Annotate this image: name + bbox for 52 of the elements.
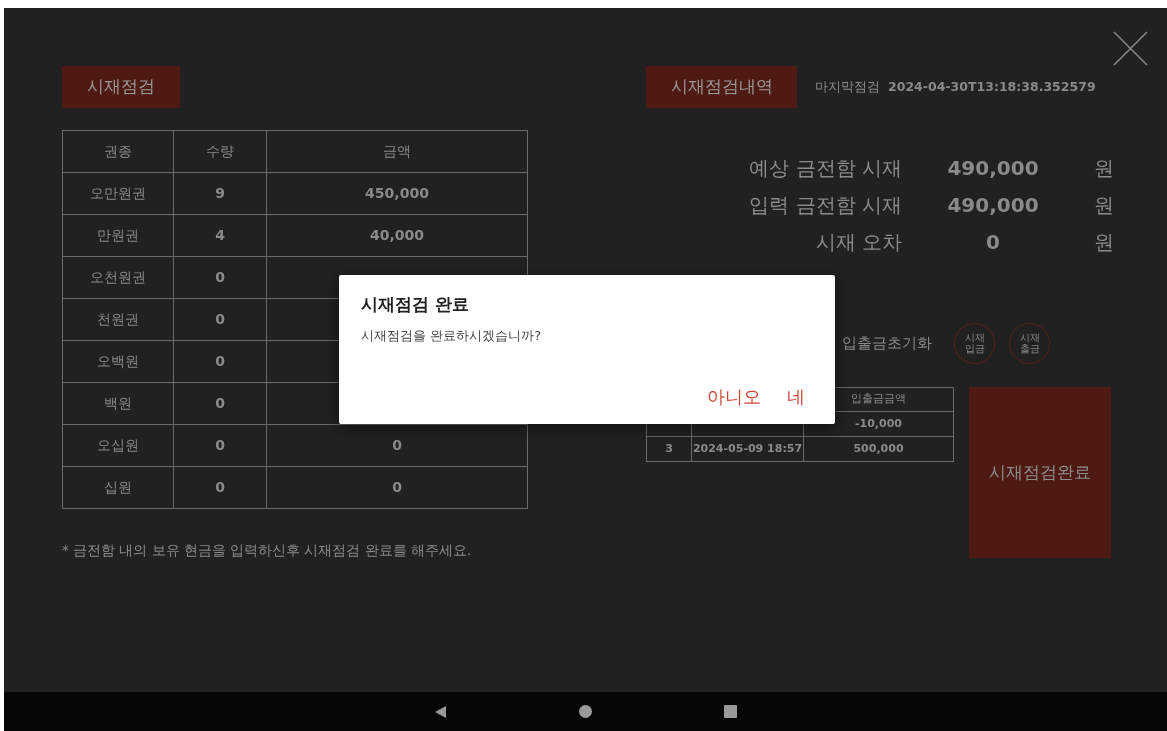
table-cell: 오천원권	[62, 256, 174, 299]
table-cell: 오만원권	[62, 172, 174, 215]
table-cell: 3	[646, 436, 692, 462]
column-header: 권종	[62, 130, 174, 173]
home-button[interactable]	[578, 705, 592, 718]
summary-unit: 원	[1093, 229, 1114, 256]
section-title: 시재점검	[62, 66, 180, 108]
back-icon	[434, 705, 447, 718]
back-button[interactable]	[434, 705, 447, 718]
summary-value: 0	[985, 229, 1001, 256]
table-cell: 9	[173, 172, 267, 215]
table-cell: 천원권	[62, 298, 174, 341]
summary-value: 490,000	[946, 192, 1040, 219]
table-cell: 0	[173, 256, 267, 299]
table-cell: 오십원	[62, 424, 174, 467]
dialog-title: 시재점검 완료	[361, 293, 470, 316]
dialog-message: 시재점검을 완료하시겠습니까?	[361, 326, 543, 345]
table-cell: 0	[173, 382, 267, 425]
recents-icon	[723, 705, 737, 718]
close-icon	[1113, 31, 1148, 66]
home-icon	[578, 705, 592, 718]
summary-label: 시재 오차	[814, 229, 902, 256]
summary-unit: 원	[1093, 155, 1114, 182]
table-cell: 0	[173, 298, 267, 341]
table-cell: 2024-05-09 18:57	[691, 436, 804, 462]
column-header: 금액	[266, 130, 528, 173]
table-cell: 0	[173, 466, 267, 509]
table-cell: 4	[173, 214, 267, 257]
table-cell: 만원권	[62, 214, 174, 257]
table-cell: 500,000	[803, 436, 954, 462]
table-cell: 오백원	[62, 340, 174, 383]
table-cell: 0	[173, 424, 267, 467]
table-cell: 40,000	[266, 214, 528, 257]
table-cell: 0	[266, 466, 528, 509]
table-cell: 백원	[62, 382, 174, 425]
last-check-label: 마지막점검	[815, 77, 880, 96]
dialog-button[interactable]: 아니오	[707, 383, 761, 410]
note-text: * 금전함 내의 보유 현금을 입력하신후 시재점검 완료를 해주세요.	[62, 541, 473, 560]
section-title: 시재점검내역	[646, 66, 797, 108]
summary-label: 예상 금전함 시재	[748, 155, 902, 182]
table-cell: 450,000	[266, 172, 528, 215]
dialog-button[interactable]: 네	[787, 383, 805, 410]
complete-button[interactable]: 시재점검완료	[969, 387, 1111, 558]
recents-button[interactable]	[723, 705, 737, 718]
summary-unit: 원	[1093, 192, 1114, 219]
summary-value: 490,000	[946, 155, 1040, 182]
table-cell: 십원	[62, 466, 174, 509]
summary-label: 입력 금전함 시재	[748, 192, 902, 219]
table-cell: 0	[173, 340, 267, 383]
close-button[interactable]	[1113, 31, 1148, 66]
last-check-time: 2024-04-30T13:18:38.352579	[888, 77, 1096, 96]
column-header: 수량	[173, 130, 267, 173]
